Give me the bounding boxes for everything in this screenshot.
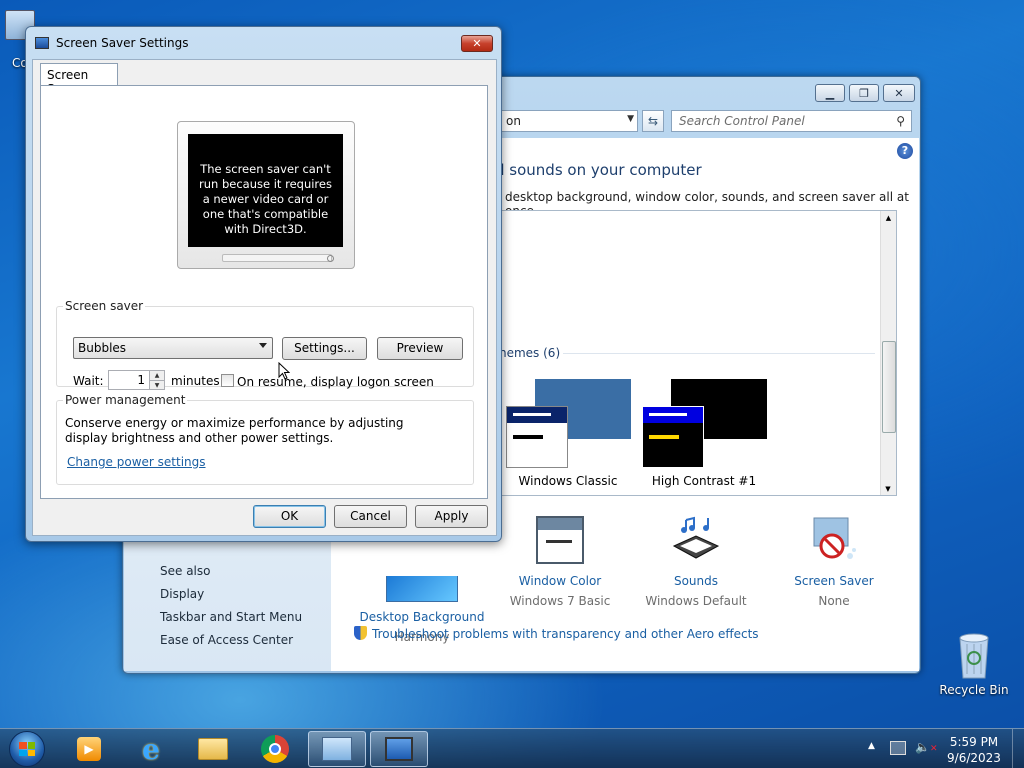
theme-preview-window xyxy=(642,406,704,468)
window-color-icon xyxy=(536,516,584,564)
troubleshoot-link[interactable]: Troubleshoot problems with transparency … xyxy=(354,626,759,641)
show-hidden-icons[interactable]: ▲ xyxy=(868,741,875,751)
theme-windows-classic[interactable]: Windows Classic xyxy=(505,379,635,489)
internet-explorer-icon: e xyxy=(142,732,160,766)
group-divider xyxy=(563,353,875,354)
taskbar-chrome[interactable] xyxy=(248,731,302,767)
resume-logon-label[interactable]: On resume, display logon screen xyxy=(237,375,434,389)
sounds-icon xyxy=(672,516,720,559)
spin-down-icon[interactable]: ▼ xyxy=(149,380,164,389)
address-bar[interactable]: on ▼ xyxy=(501,110,638,132)
control-panel-icon xyxy=(322,737,352,761)
sidebar-link-ease-of-access[interactable]: Ease of Access Center xyxy=(160,633,293,647)
spin-up-icon[interactable]: ▲ xyxy=(149,371,164,380)
restore-icon: ❐ xyxy=(859,86,869,100)
screen-saver-app-icon xyxy=(35,37,49,49)
dialog-body: Screen Saver The screen saver can't run … xyxy=(32,59,497,536)
screen-saver-select[interactable]: Bubbles xyxy=(73,337,273,359)
theme-preview-window xyxy=(506,406,568,468)
taskbar-internet-explorer[interactable]: e xyxy=(124,731,178,767)
wait-label: Wait: xyxy=(73,374,104,388)
theme-label: Windows Classic xyxy=(518,474,618,488)
maximize-button[interactable]: ❐ xyxy=(849,84,879,102)
page-title: d sounds on your computer xyxy=(495,161,702,179)
recycle-bin-icon xyxy=(959,633,989,679)
minutes-label: minutes xyxy=(171,374,220,388)
taskbar-screen-saver[interactable] xyxy=(370,731,428,767)
themes-scrollbar[interactable]: ▲ ▼ xyxy=(880,211,896,495)
preview-message: The screen saver can't run because it re… xyxy=(188,134,343,247)
preview-button[interactable]: Preview xyxy=(377,337,463,360)
monitor-base xyxy=(222,254,332,262)
sounds-item[interactable]: Sounds Windows Default xyxy=(631,516,761,608)
close-icon: ✕ xyxy=(472,37,482,50)
tab-pane: The screen saver can't run because it re… xyxy=(40,85,488,499)
start-button[interactable] xyxy=(2,731,52,767)
tab-screen-saver[interactable]: Screen Saver xyxy=(40,63,118,96)
clock[interactable]: 5:59 PM 9/6/2023 xyxy=(940,734,1008,766)
resume-logon-checkbox[interactable] xyxy=(221,374,234,387)
network-icon[interactable] xyxy=(890,741,906,755)
wait-stepper[interactable]: 1 ▲ ▼ xyxy=(108,370,165,390)
apply-button[interactable]: Apply xyxy=(415,505,488,528)
power-management-group: Power management Conserve energy or maxi… xyxy=(56,393,474,485)
sidebar-link-display[interactable]: Display xyxy=(160,587,204,601)
show-desktop-button[interactable] xyxy=(1012,729,1024,768)
close-icon: ✕ xyxy=(894,86,904,100)
help-icon[interactable]: ? xyxy=(897,143,913,159)
power-description: Conserve energy or maximize performance … xyxy=(65,416,404,445)
chevron-down-icon[interactable]: ▼ xyxy=(627,114,634,124)
desktop-background-icon xyxy=(386,576,458,602)
screen-saver-app-icon xyxy=(385,737,413,761)
refresh-icon: ⇆ xyxy=(647,114,659,128)
themes-group-label: hemes (6) xyxy=(499,346,561,360)
media-player-icon: ▶ xyxy=(77,737,101,761)
theme-high-contrast-1[interactable]: High Contrast #1 xyxy=(641,379,771,489)
close-button[interactable]: ✕ xyxy=(883,84,915,102)
search-icon: ⚲ xyxy=(896,114,905,128)
chevron-down-icon xyxy=(259,343,267,348)
screen-saver-item[interactable]: Screen Saver None xyxy=(769,516,899,608)
theme-label: High Contrast #1 xyxy=(651,474,757,488)
windows-logo-icon xyxy=(9,731,45,767)
scroll-down-icon[interactable]: ▼ xyxy=(881,485,895,493)
screen-saver-settings-dialog[interactable]: Screen Saver Settings ✕ Screen Saver The… xyxy=(25,26,502,542)
sidebar-link-taskbar[interactable]: Taskbar and Start Menu xyxy=(160,610,302,624)
window-color-item[interactable]: Window Color Windows 7 Basic xyxy=(495,516,625,608)
minimize-icon: ▁ xyxy=(825,86,835,100)
settings-button[interactable]: Settings... xyxy=(282,337,367,360)
volume-muted-icon[interactable]: 🔈✕ xyxy=(915,740,938,754)
refresh-button[interactable]: ⇆ xyxy=(642,110,664,132)
taskbar-control-panel[interactable] xyxy=(308,731,366,767)
scroll-up-icon[interactable]: ▲ xyxy=(881,214,896,222)
change-power-settings-link[interactable]: Change power settings xyxy=(67,455,206,469)
taskbar: ▶ e ▲ 🔈✕ 5:59 PM 9/6/2023 xyxy=(0,728,1024,768)
cancel-button[interactable]: Cancel xyxy=(334,505,407,528)
taskbar-media-player[interactable]: ▶ xyxy=(62,731,116,767)
dialog-title: Screen Saver Settings xyxy=(56,36,189,50)
chrome-icon xyxy=(261,735,289,763)
taskbar-explorer[interactable] xyxy=(186,731,240,767)
folder-icon xyxy=(198,738,228,760)
ok-button[interactable]: OK xyxy=(253,505,326,528)
mouse-cursor-icon xyxy=(278,362,290,380)
minimize-button[interactable]: ▁ xyxy=(815,84,845,102)
dialog-close-button[interactable]: ✕ xyxy=(461,35,493,52)
power-led-icon xyxy=(327,255,334,262)
scroll-thumb[interactable] xyxy=(882,341,896,433)
search-input[interactable]: Search Control Panel ⚲ xyxy=(671,110,912,132)
see-also-heading: See also xyxy=(160,564,211,578)
recycle-bin-desktop-icon[interactable]: Recycle Bin xyxy=(938,630,1010,697)
shield-icon xyxy=(354,626,367,640)
screen-saver-icon xyxy=(813,517,856,559)
preview-monitor: The screen saver can't run because it re… xyxy=(177,121,355,269)
